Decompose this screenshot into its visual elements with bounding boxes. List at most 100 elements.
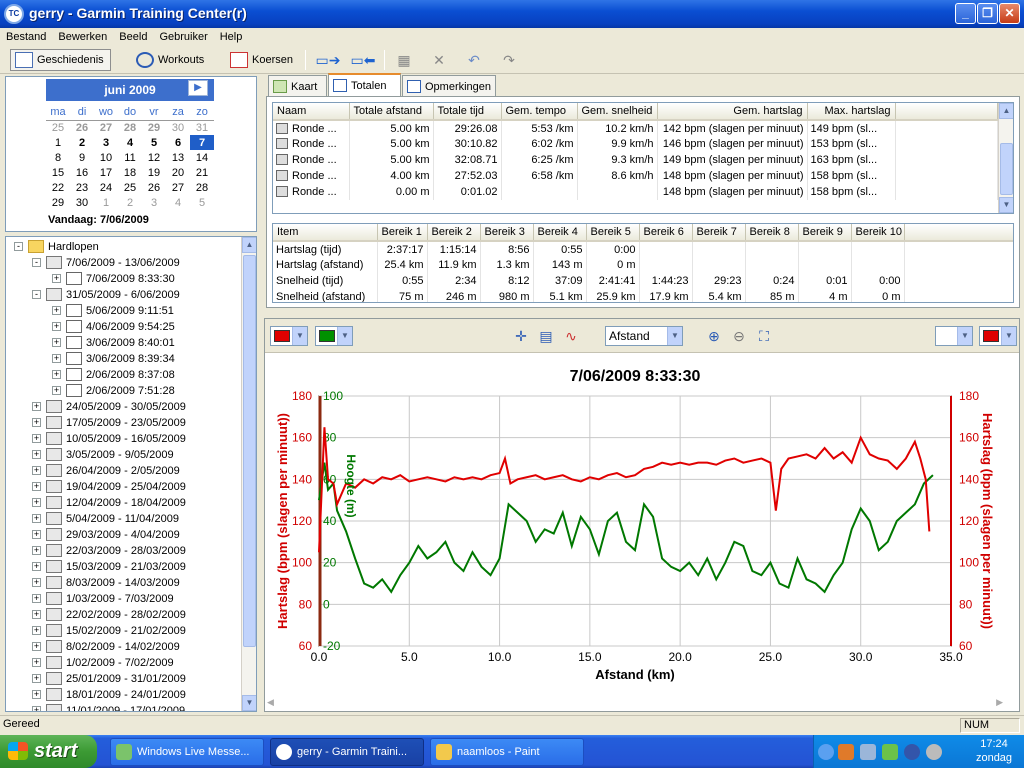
tree-activity[interactable]: +2/06/2009 7:51:28 — [6, 383, 242, 399]
delete-icon[interactable]: ✕ — [430, 51, 448, 69]
calendar-day[interactable]: 6 — [166, 135, 190, 150]
zones-column-header[interactable]: Bereik 2 — [427, 224, 481, 242]
calendar-day[interactable]: 2 — [118, 195, 142, 210]
calendar-day[interactable]: 5 — [142, 135, 166, 150]
scroll-down-arrow[interactable]: ▼ — [242, 695, 256, 711]
tab-kaart[interactable]: Kaart — [268, 75, 327, 97]
tree-week[interactable]: +15/02/2009 - 21/02/2009 — [6, 623, 242, 639]
scroll-down-arrow[interactable]: ▼ — [999, 197, 1013, 213]
calendar-day[interactable]: 21 — [190, 165, 214, 180]
expand-icon[interactable]: + — [52, 306, 61, 315]
menu-bewerken[interactable]: Bewerken — [52, 28, 113, 45]
zones-column-header[interactable]: Bereik 6 — [639, 224, 693, 242]
calendar-day[interactable]: 3 — [142, 195, 166, 210]
show-hidden-icons-icon[interactable] — [818, 744, 834, 760]
scroll-left-arrow[interactable]: ◀ — [267, 697, 274, 708]
expand-icon[interactable]: + — [32, 402, 41, 411]
expand-icon[interactable]: + — [32, 482, 41, 491]
collapse-icon[interactable]: - — [14, 242, 23, 251]
expand-icon[interactable]: + — [52, 386, 61, 395]
tree-week[interactable]: +10/05/2009 - 16/05/2009 — [6, 431, 242, 447]
expand-icon[interactable]: + — [52, 322, 61, 331]
table-row[interactable]: Snelheid (tijd) 0:55 2:34 8:12 37:09 2:41:41 1… — [273, 273, 1013, 289]
close-button[interactable]: ✕ — [999, 3, 1020, 24]
calendar-day[interactable]: 27 — [166, 180, 190, 195]
chart-horizontal-scrollbar[interactable]: ◀ ▶ — [265, 695, 1005, 711]
calendar-day[interactable]: 2 — [70, 135, 94, 150]
tree-week[interactable]: +11/01/2009 - 17/01/2009 — [6, 703, 242, 711]
tree-activity[interactable]: +7/06/2009 8:33:30 — [6, 271, 242, 287]
volume-icon[interactable] — [926, 744, 942, 760]
zoom-out-icon[interactable]: ⊖ — [730, 327, 748, 345]
zones-column-header[interactable]: Bereik 5 — [586, 224, 640, 242]
overlay-select[interactable]: ▼ — [935, 326, 973, 346]
scroll-up-arrow[interactable]: ▲ — [999, 103, 1013, 119]
garmin-device-icon[interactable]: ▦ — [395, 51, 413, 69]
calendar-day[interactable]: 26 — [70, 120, 94, 135]
table-row[interactable]: Ronde ... 5.00 km 32:08.71 6:25 /km 9.3 km/h… — [273, 152, 998, 168]
tree-week[interactable]: +17/05/2009 - 23/05/2009 — [6, 415, 242, 431]
tree-week[interactable]: - 31/05/2009 - 6/06/2009 — [6, 287, 242, 303]
tree-week[interactable]: +18/01/2009 - 24/01/2009 — [6, 687, 242, 703]
calendar-day[interactable]: 18 — [118, 165, 142, 180]
expand-icon[interactable]: + — [32, 610, 41, 619]
calendar-day[interactable]: 17 — [94, 165, 118, 180]
calendar-day[interactable]: 15 — [46, 165, 70, 180]
expand-icon[interactable]: + — [32, 706, 41, 711]
calendar-day[interactable]: 11 — [118, 150, 142, 165]
calendar-day[interactable]: 24 — [94, 180, 118, 195]
maximize-button[interactable]: ❐ — [977, 3, 998, 24]
calendar-day[interactable]: 30 — [70, 195, 94, 210]
tree-week[interactable]: +3/05/2009 - 9/05/2009 — [6, 447, 242, 463]
calendar-day[interactable]: 25 — [118, 180, 142, 195]
tree-activity[interactable]: +2/06/2009 8:37:08 — [6, 367, 242, 383]
x-axis-select[interactable]: Afstand ▼ — [605, 326, 683, 346]
start-button[interactable]: start — [0, 735, 97, 768]
calendar-day[interactable]: 7 — [190, 135, 214, 150]
calendar-day[interactable]: 20 — [166, 165, 190, 180]
tree-week[interactable]: - 7/06/2009 - 13/06/2009 — [6, 255, 242, 271]
zoom-in-icon[interactable]: ⊕ — [705, 327, 723, 345]
calendar-day[interactable]: 8 — [46, 150, 70, 165]
scroll-thumb[interactable] — [1000, 143, 1013, 195]
crosshair-icon[interactable]: ✛ — [512, 327, 530, 345]
calendar-day[interactable]: 10 — [94, 150, 118, 165]
tree-activity[interactable]: +5/06/2009 9:11:51 — [6, 303, 242, 319]
right-color-picker[interactable]: ▼ — [315, 326, 353, 346]
history-button[interactable]: Geschiedenis — [10, 49, 111, 71]
zones-column-header[interactable]: Bereik 9 — [798, 224, 852, 242]
expand-icon[interactable]: + — [32, 434, 41, 443]
expand-icon[interactable]: + — [32, 642, 41, 651]
tree-week[interactable]: +8/02/2009 - 14/02/2009 — [6, 639, 242, 655]
calendar-day[interactable]: 3 — [94, 135, 118, 150]
app-icon[interactable]: TC — [4, 4, 24, 24]
expand-icon[interactable]: + — [52, 274, 61, 283]
collapse-icon[interactable]: - — [32, 290, 41, 299]
expand-icon[interactable]: + — [32, 658, 41, 667]
laps-column-header[interactable]: Gem. hartslag — [657, 103, 808, 121]
tree-root[interactable]: - Hardlopen — [6, 239, 242, 255]
tree-week[interactable]: +1/03/2009 - 7/03/2009 — [6, 591, 242, 607]
laps-column-header[interactable]: Gem. snelheid — [577, 103, 658, 121]
zones-column-header[interactable]: Bereik 7 — [692, 224, 746, 242]
expand-icon[interactable]: + — [32, 450, 41, 459]
expand-icon[interactable]: + — [32, 466, 41, 475]
calendar-day[interactable]: 5 — [190, 195, 214, 210]
laps-column-header[interactable]: Naam — [273, 103, 350, 121]
table-row[interactable]: Hartslag (tijd) 2:37:17 1:15:14 8:56 0:55 0:0… — [273, 241, 1013, 257]
expand-icon[interactable]: + — [32, 626, 41, 635]
tab-opmerkingen[interactable]: Opmerkingen — [402, 75, 496, 97]
calendar-day[interactable]: 1 — [46, 135, 70, 150]
tree-week[interactable]: +15/03/2009 - 21/03/2009 — [6, 559, 242, 575]
calendar-day[interactable]: 9 — [70, 150, 94, 165]
calendar-day[interactable]: 4 — [166, 195, 190, 210]
calendar-day[interactable]: 26 — [142, 180, 166, 195]
garmin-tray-icon[interactable] — [904, 744, 920, 760]
zones-column-header[interactable]: Bereik 1 — [377, 224, 428, 242]
expand-icon[interactable]: + — [32, 546, 41, 555]
network-icon[interactable] — [860, 744, 876, 760]
tree-week[interactable]: +22/03/2009 - 28/03/2009 — [6, 543, 242, 559]
expand-icon[interactable]: + — [32, 562, 41, 571]
calendar-day[interactable]: 14 — [190, 150, 214, 165]
tree-week[interactable]: +19/04/2009 - 25/04/2009 — [6, 479, 242, 495]
